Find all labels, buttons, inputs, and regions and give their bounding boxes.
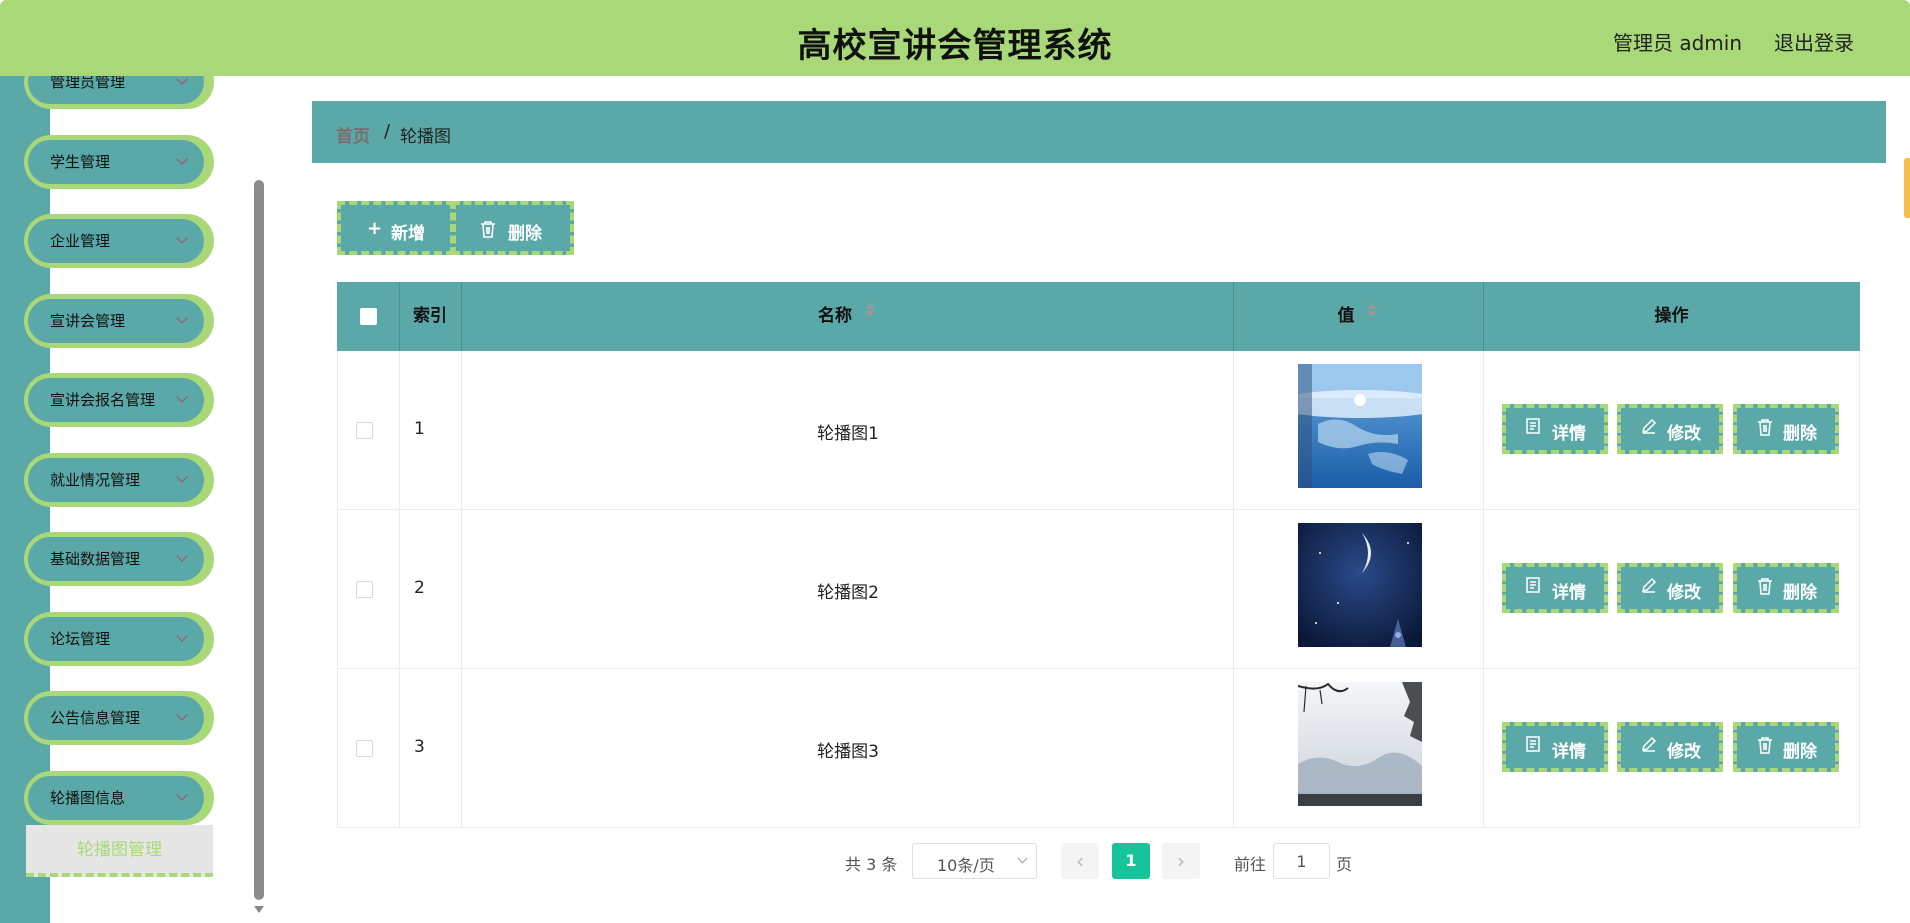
scroll-down-arrow-icon[interactable] [254, 906, 264, 913]
sidebar-item-admin[interactable]: 管理员管理 [24, 76, 214, 109]
column-name[interactable]: 名称 [461, 282, 1233, 351]
table-row: 3 轮播图3 详情 修改 删除 [337, 669, 1860, 828]
row-index: 3 [414, 737, 425, 757]
document-icon [1526, 418, 1540, 439]
page-size-select[interactable]: 10条/页 [912, 843, 1037, 879]
breadcrumb-current: 轮播图 [400, 127, 451, 147]
sidebar-item-label: 学生管理 [50, 153, 111, 171]
prev-page-button[interactable]: ‹ [1061, 843, 1099, 879]
goto-label: 前往 [1234, 855, 1267, 874]
delete-button[interactable]: 删除 [1733, 404, 1839, 454]
detail-button[interactable]: 详情 [1502, 563, 1608, 613]
night-sky-image [1298, 523, 1422, 647]
trash-icon [480, 218, 496, 243]
document-icon [1526, 736, 1540, 757]
page-suffix: 页 [1336, 855, 1353, 874]
column-value[interactable]: 值 [1233, 282, 1483, 351]
edit-button[interactable]: 修改 [1617, 563, 1723, 613]
sidebar-item-label: 轮播图信息 [50, 789, 126, 807]
sidebar-scrollbar[interactable] [254, 180, 264, 900]
sidebar-item-carousel[interactable]: 轮播图信息 [24, 771, 214, 825]
row-checkbox[interactable] [356, 581, 373, 598]
globe-image [1298, 364, 1422, 488]
table-header: 索引 名称 值 操作 [337, 282, 1860, 351]
document-icon [1526, 577, 1540, 598]
sidebar-item-label: 宣讲会管理 [50, 312, 126, 330]
delete-button[interactable]: 删除 [1733, 563, 1839, 613]
detail-button[interactable]: 详情 [1502, 722, 1608, 772]
column-action: 操作 [1654, 306, 1689, 326]
sidebar-item-label: 管理员管理 [50, 76, 126, 91]
sidebar-item-label: 就业情况管理 [50, 471, 141, 489]
row-index: 1 [414, 419, 425, 439]
next-page-button[interactable]: › [1162, 843, 1200, 879]
breadcrumb-separator: / [384, 121, 391, 142]
row-index: 2 [414, 578, 425, 598]
side-tab-handle[interactable] [1904, 158, 1910, 218]
pagination-total: 共 3 条 [845, 855, 898, 874]
sidebar-item-label: 基础数据管理 [50, 550, 141, 568]
row-name: 轮播图2 [817, 583, 879, 603]
sidebar-item-announcements[interactable]: 公告信息管理 [24, 691, 214, 745]
sort-icon[interactable] [864, 280, 876, 349]
row-name: 轮播图1 [817, 424, 879, 444]
sidebar-item-students[interactable]: 学生管理 [24, 135, 214, 189]
chevron-down-icon [1017, 853, 1028, 864]
table-row: 2 轮播图2 详情 修改 删除 [337, 510, 1860, 669]
edit-button[interactable]: 修改 [1617, 404, 1723, 454]
landscape-image [1298, 682, 1422, 806]
plus-icon: + [367, 218, 383, 239]
submenu-carousel-management[interactable]: 轮播图管理 [26, 825, 213, 877]
pencil-icon [1641, 736, 1657, 757]
table-row: 1 轮播图1 详情 修改 删除 [337, 351, 1860, 510]
top-header: 高校宣讲会管理系统 管理员 admin 退出登录 [0, 0, 1910, 76]
sidebar-item-employment[interactable]: 就业情况管理 [24, 453, 214, 507]
add-button[interactable]: + 新增 [337, 201, 454, 255]
trash-icon [1757, 418, 1773, 441]
select-all-checkbox[interactable] [360, 308, 377, 325]
sidebar-item-companies[interactable]: 企业管理 [24, 214, 214, 268]
sidebar: 管理员管理 学生管理 企业管理 宣讲会管理 宣讲会报名管理 就业情况管理 基础数… [0, 76, 250, 923]
sidebar-item-label: 论坛管理 [50, 630, 111, 648]
sort-icon[interactable] [1366, 280, 1378, 349]
current-page[interactable]: 1 [1112, 843, 1150, 879]
sidebar-item-registrations[interactable]: 宣讲会报名管理 [24, 373, 214, 427]
pencil-icon [1641, 577, 1657, 598]
logout-link[interactable]: 退出登录 [1774, 27, 1854, 56]
sidebar-item-label: 公告信息管理 [50, 709, 141, 727]
sidebar-item-forum[interactable]: 论坛管理 [24, 612, 214, 666]
delete-button[interactable]: 删除 [1733, 722, 1839, 772]
sidebar-item-label: 宣讲会报名管理 [50, 391, 156, 409]
pencil-icon [1641, 418, 1657, 439]
trash-icon [1757, 577, 1773, 600]
batch-delete-button[interactable]: 删除 [452, 201, 574, 255]
breadcrumb-home[interactable]: 首页 [336, 122, 370, 147]
sidebar-item-label: 企业管理 [50, 232, 111, 250]
edit-button[interactable]: 修改 [1617, 722, 1723, 772]
submenu-label: 轮播图管理 [77, 840, 162, 860]
current-user: 管理员 admin [1612, 31, 1742, 55]
sidebar-item-basic-data[interactable]: 基础数据管理 [24, 532, 214, 586]
row-checkbox[interactable] [356, 422, 373, 439]
detail-button[interactable]: 详情 [1502, 404, 1608, 454]
goto-page-input[interactable] [1273, 843, 1330, 879]
breadcrumb: 首页 / 轮播图 [312, 101, 1886, 163]
column-index: 索引 [413, 306, 447, 326]
row-checkbox[interactable] [356, 740, 373, 757]
sidebar-item-seminars[interactable]: 宣讲会管理 [24, 294, 214, 348]
trash-icon [1757, 736, 1773, 759]
row-name: 轮播图3 [817, 742, 879, 762]
